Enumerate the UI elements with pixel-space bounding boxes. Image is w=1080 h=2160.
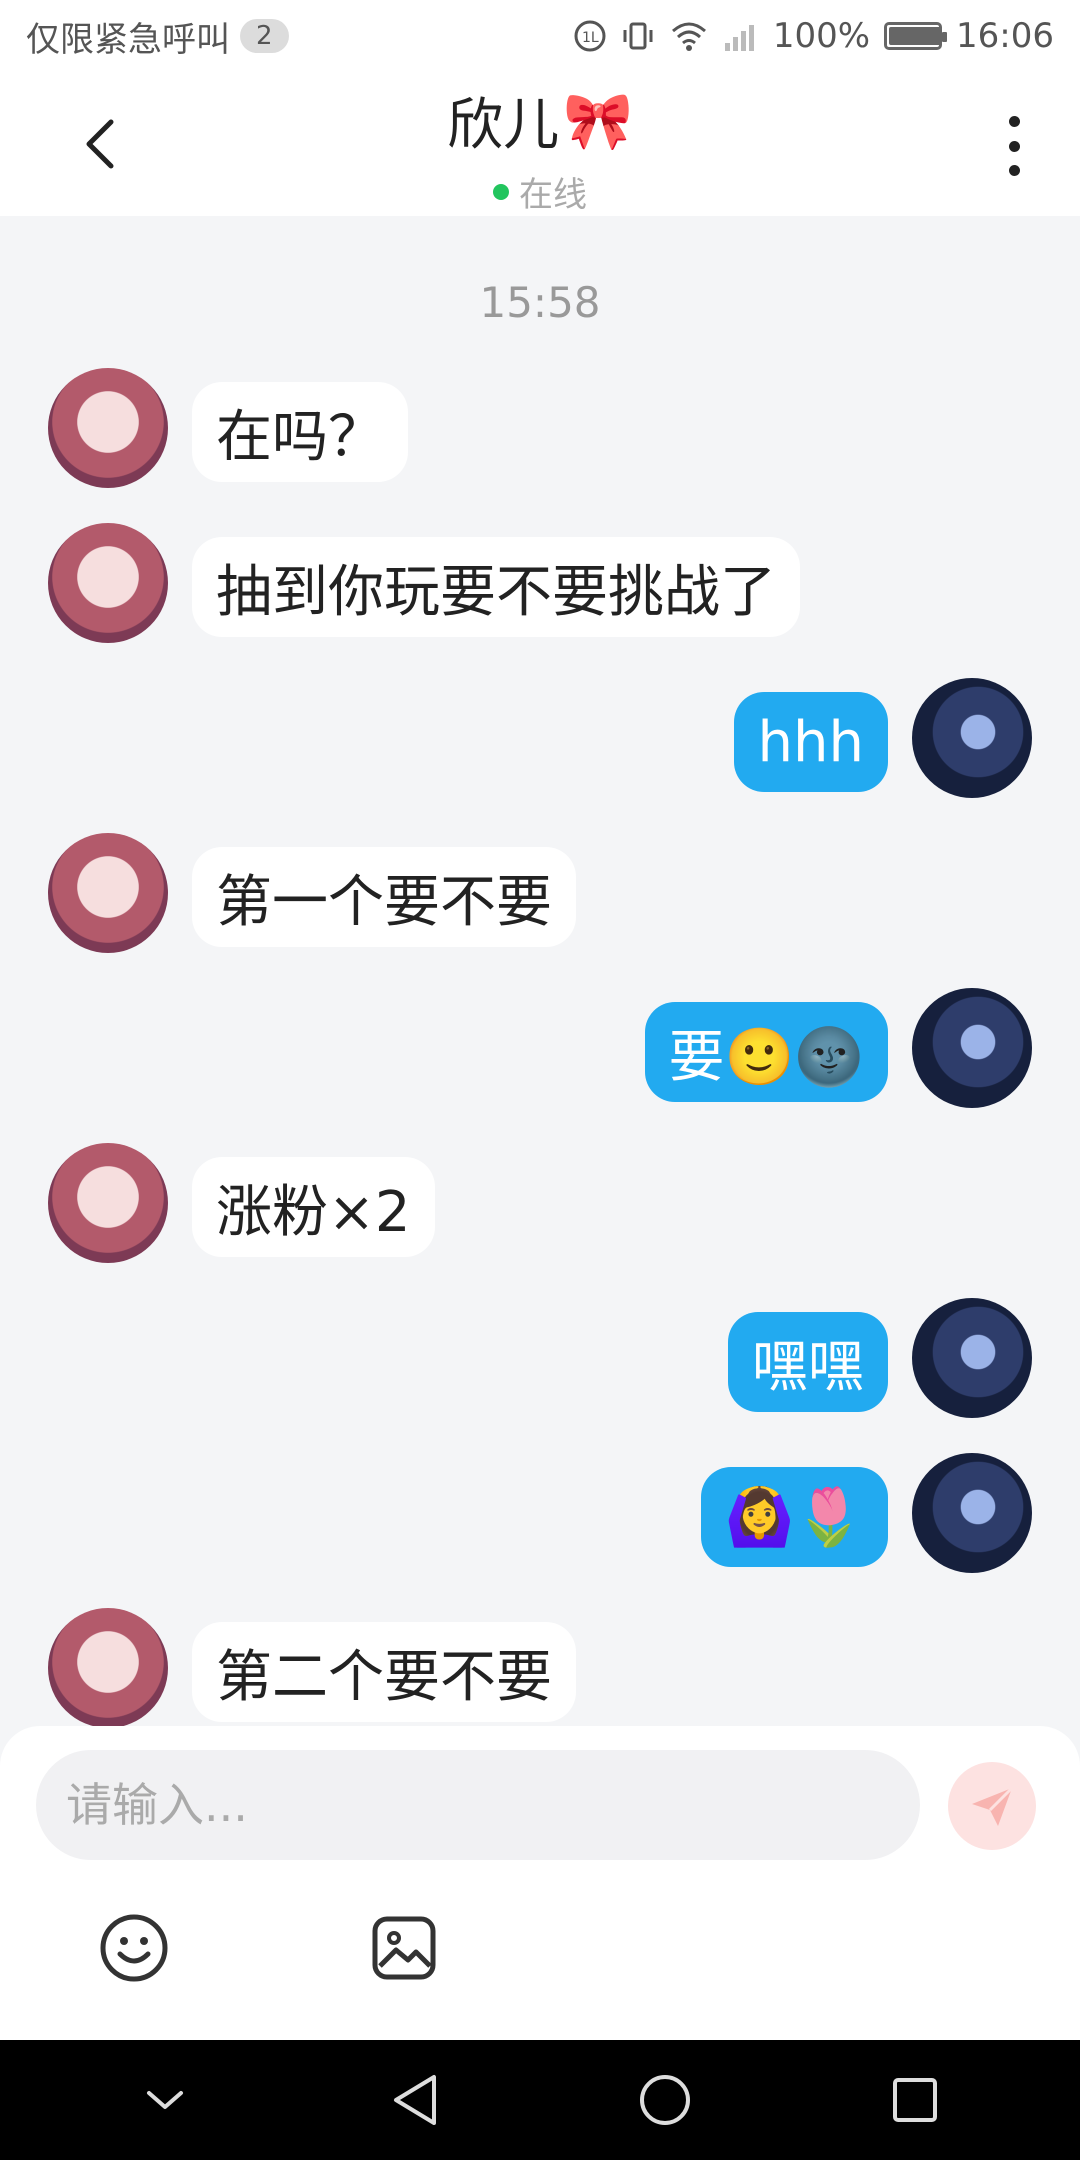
nav-recents-button[interactable] <box>875 2060 955 2140</box>
vibrate-icon <box>621 19 655 53</box>
presence-status: 在线 <box>493 167 587 216</box>
signal-icon <box>723 19 759 53</box>
status-bar: 仅限紧急呼叫 2 1L 100% 16:06 <box>0 0 1080 72</box>
battery-icon <box>884 22 948 50</box>
more-dot-icon <box>1008 140 1020 152</box>
my-avatar[interactable] <box>912 988 1032 1108</box>
presence-label: 在线 <box>519 175 587 215</box>
my-avatar[interactable] <box>912 1298 1032 1418</box>
my-avatar[interactable] <box>912 678 1032 798</box>
image-button[interactable] <box>368 1912 440 1984</box>
incoming-message-bubble[interactable]: 第一个要不要 <box>192 847 576 947</box>
contact-name: 欣儿 <box>447 93 560 158</box>
outgoing-message-row: 🙆‍♀️🌷 <box>0 1453 1080 1577</box>
message-timestamp: 15:58 <box>479 278 601 327</box>
battery-percent: 100% <box>772 16 871 56</box>
incoming-message-row: 在吗？ <box>0 368 1080 492</box>
outgoing-message-row: 嘿嘿 <box>0 1298 1080 1422</box>
outgoing-message-bubble[interactable]: 要🙂🌚 <box>644 1002 888 1102</box>
status-right: 1L 100% 16:06 <box>573 16 1054 56</box>
outgoing-message-bubble[interactable]: 🙆‍♀️🌷 <box>700 1467 888 1567</box>
system-nav-bar <box>0 2040 1080 2160</box>
contact-avatar[interactable] <box>48 523 168 643</box>
composer <box>0 1726 1080 2040</box>
nav-back-button[interactable] <box>375 2060 455 2140</box>
more-dot-icon <box>1008 165 1020 176</box>
incoming-message-row: 第一个要不要 <box>0 833 1080 957</box>
incoming-message-bubble[interactable]: 涨粉×2 <box>192 1157 435 1257</box>
incoming-message-row: 涨粉×2 <box>0 1143 1080 1267</box>
incoming-message-row: 抽到你玩要不要挑战了 <box>0 523 1080 647</box>
clock: 16:06 <box>956 16 1054 56</box>
image-icon <box>372 1916 436 1980</box>
outgoing-message-bubble[interactable]: 嘿嘿 <box>728 1312 888 1412</box>
outgoing-message-row: hhh <box>0 678 1080 802</box>
square-recents-icon <box>893 2078 937 2122</box>
send-button[interactable] <box>948 1762 1036 1850</box>
message-input[interactable] <box>36 1750 920 1860</box>
outgoing-message-row: 要🙂🌚 <box>0 988 1080 1112</box>
circle-home-icon <box>640 2075 690 2125</box>
incoming-message-bubble[interactable]: 第二个要不要 <box>192 1622 576 1722</box>
nav-collapse-button[interactable] <box>125 2060 205 2140</box>
emoji-icon <box>100 1914 168 1982</box>
title-block: 欣儿 🎀 在线 <box>0 80 1080 216</box>
hd-call-icon: 1L <box>573 19 607 53</box>
triangle-back-icon <box>394 2075 436 2125</box>
online-dot <box>493 183 509 200</box>
carrier-text: 仅限紧急呼叫 <box>26 19 230 60</box>
notification-count-badge: 2 <box>240 19 289 53</box>
send-icon <box>972 1786 1014 1826</box>
chat-header: 欣儿 🎀 在线 <box>0 72 1080 216</box>
incoming-message-bubble[interactable]: 抽到你玩要不要挑战了 <box>192 537 800 637</box>
more-dot-icon <box>1008 116 1020 127</box>
status-left: 仅限紧急呼叫 2 <box>26 12 289 61</box>
contact-name-row: 欣儿 🎀 <box>447 80 633 161</box>
bow-emoji: 🎀 <box>563 88 633 154</box>
incoming-message-bubble[interactable]: 在吗？ <box>192 382 408 482</box>
battery-fill <box>889 27 942 45</box>
more-options-button[interactable] <box>994 116 1034 176</box>
contact-avatar[interactable] <box>48 1143 168 1263</box>
contact-avatar[interactable] <box>48 1608 168 1728</box>
contact-avatar[interactable] <box>48 368 168 488</box>
contact-avatar[interactable] <box>48 833 168 953</box>
emoji-button[interactable] <box>98 1912 170 1984</box>
outgoing-message-bubble[interactable]: hhh <box>733 692 888 792</box>
nav-home-button[interactable] <box>625 2060 705 2140</box>
message-list[interactable]: 15:58 在吗？ 抽到你玩要不要挑战了 hhh 第一个要不要 要🙂🌚 涨粉×2 嘿嘿 🙆‍♀… <box>0 216 1080 1728</box>
incoming-message-row: 第二个要不要 <box>0 1608 1080 1732</box>
wifi-icon <box>669 19 709 53</box>
chevron-down-icon <box>147 2091 183 2109</box>
my-avatar[interactable] <box>912 1453 1032 1573</box>
svg-text:1L: 1L <box>582 30 599 46</box>
